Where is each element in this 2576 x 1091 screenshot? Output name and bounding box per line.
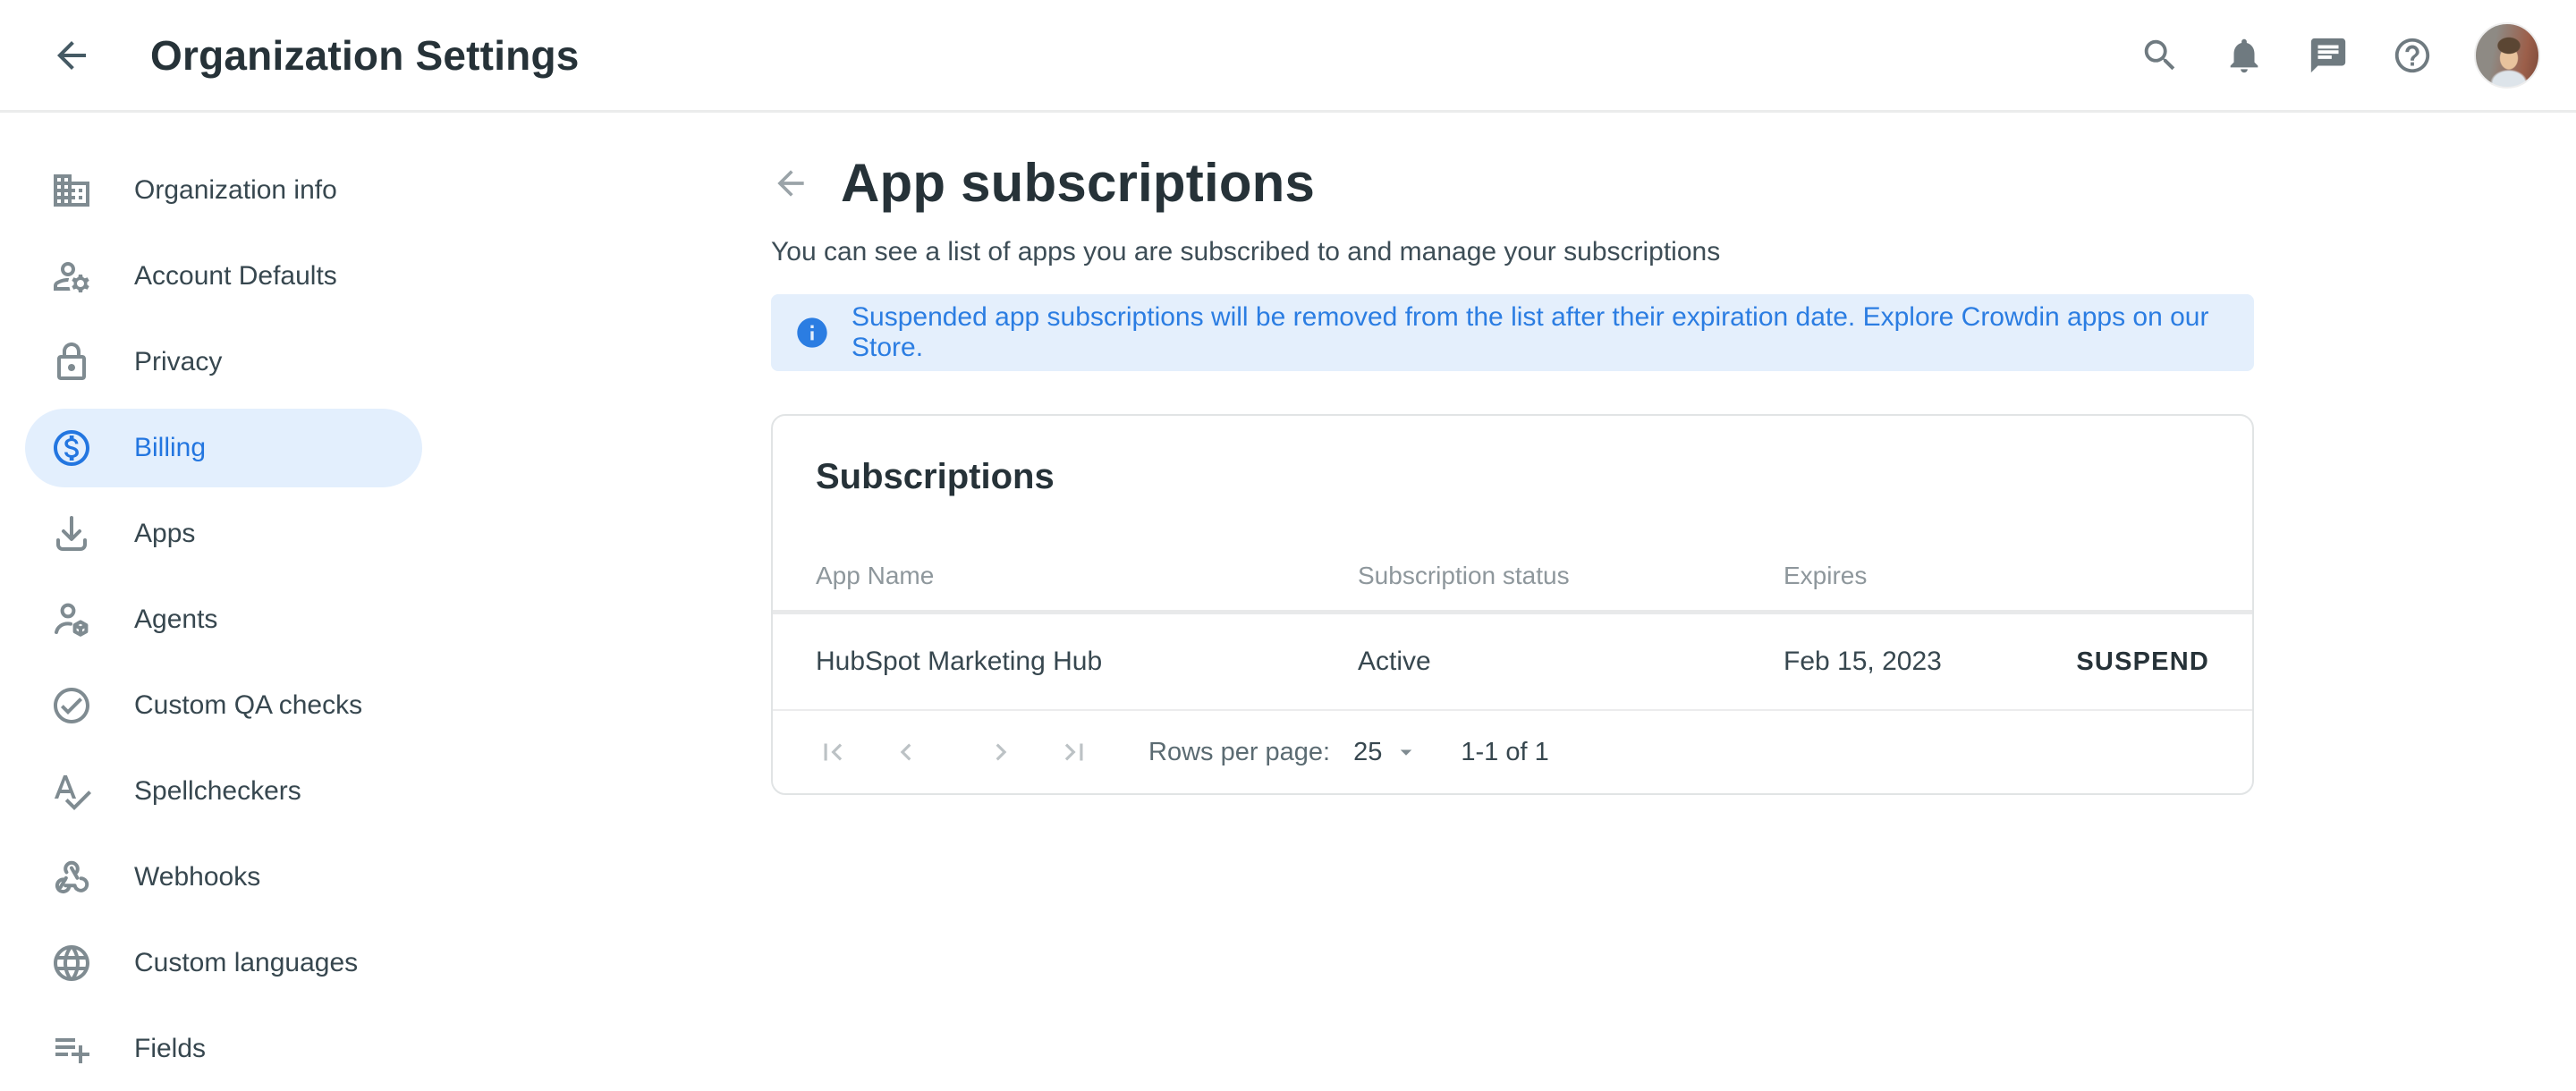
sidebar-item-label: Spellcheckers (134, 776, 301, 807)
sidebar-item-label: Fields (134, 1034, 206, 1064)
page-head: App subscriptions (771, 152, 2254, 214)
page-title: Organization Settings (150, 31, 580, 80)
rows-per-page-label: Rows per page: (1148, 738, 1330, 767)
user-avatar[interactable] (2474, 22, 2540, 89)
search-icon[interactable] (2140, 35, 2181, 76)
lock-icon (50, 341, 93, 384)
download-icon (50, 512, 93, 555)
info-icon (794, 315, 830, 351)
info-banner-text[interactable]: Suspended app subscriptions will be remo… (852, 302, 2227, 363)
table-header-row: App Name Subscription status Expires (816, 497, 2209, 610)
pagination-range-label: 1-1 of 1 (1461, 738, 1548, 767)
subscriptions-card: Subscriptions App Name Subscription stat… (771, 414, 2254, 795)
dollar-circle-icon (50, 427, 93, 469)
sidebar-item-label: Billing (134, 433, 206, 463)
globe-icon (50, 942, 93, 985)
notifications-bell-icon[interactable] (2224, 35, 2265, 76)
spellcheck-icon (50, 770, 93, 813)
sidebar-item-agents[interactable]: Agents (25, 580, 422, 659)
card-title: Subscriptions (816, 457, 2209, 497)
last-page-icon[interactable] (1057, 735, 1091, 769)
sidebar-item-apps[interactable]: Apps (25, 495, 422, 573)
app-window: Organization Settings Organization info (0, 0, 2576, 1091)
building-icon (50, 169, 93, 212)
check-circle-icon (50, 684, 93, 727)
webhook-icon (50, 856, 93, 899)
column-header-expires: Expires (1784, 562, 2061, 590)
sidebar-item-webhooks[interactable]: Webhooks (25, 838, 422, 917)
column-header-subscription-status: Subscription status (1358, 562, 1784, 590)
cell-expires: Feb 15, 2023 (1784, 647, 2061, 677)
sidebar-item-custom-languages[interactable]: Custom languages (25, 924, 422, 1002)
playlist-add-icon (50, 1028, 93, 1070)
table-row: HubSpot Marketing Hub Active Feb 15, 202… (816, 614, 2209, 709)
suspend-button[interactable]: SUSPEND (2061, 647, 2209, 677)
pagination-bar: Rows per page: 25 1-1 of 1 (816, 711, 2209, 793)
sidebar-item-label: Webhooks (134, 862, 260, 892)
sidebar-item-label: Account Defaults (134, 261, 337, 292)
sidebar-item-billing[interactable]: Billing (25, 409, 422, 487)
back-arrow-icon[interactable] (771, 164, 810, 203)
sidebar-item-fields[interactable]: Fields (25, 1010, 422, 1088)
sidebar-item-label: Custom QA checks (134, 690, 362, 721)
column-header-app-name: App Name (816, 562, 1358, 590)
person-cube-icon (50, 598, 93, 641)
messages-chat-icon[interactable] (2308, 35, 2349, 76)
section-subtitle: You can see a list of apps you are subsc… (771, 237, 2254, 267)
previous-page-icon[interactable] (889, 735, 923, 769)
topbar: Organization Settings (0, 0, 2576, 113)
sidebar-item-label: Custom languages (134, 948, 358, 978)
sidebar-item-organization-info[interactable]: Organization info (25, 151, 422, 230)
sidebar-item-label: Agents (134, 605, 217, 635)
sidebar-item-privacy[interactable]: Privacy (25, 323, 422, 402)
section-heading: App subscriptions (841, 152, 1315, 214)
sidebar-item-spellcheckers[interactable]: Spellcheckers (25, 752, 422, 831)
help-icon[interactable] (2392, 35, 2433, 76)
cell-app-name: HubSpot Marketing Hub (816, 647, 1358, 677)
info-banner: Suspended app subscriptions will be remo… (771, 294, 2254, 371)
back-arrow-icon[interactable] (50, 34, 93, 77)
rows-per-page-value: 25 (1353, 738, 1382, 767)
person-gear-icon (50, 255, 93, 298)
sidebar-item-custom-qa-checks[interactable]: Custom QA checks (25, 666, 422, 745)
sidebar-item-label: Privacy (134, 347, 222, 377)
sidebar-item-account-defaults[interactable]: Account Defaults (25, 237, 422, 316)
first-page-icon[interactable] (816, 735, 850, 769)
cell-subscription-status: Active (1358, 647, 1784, 677)
rows-per-page-select[interactable]: 25 (1353, 738, 1419, 767)
sidebar-item-label: Organization info (134, 175, 337, 206)
settings-sidebar: Organization info Account Defaults Priva… (0, 113, 716, 1091)
main-content: App subscriptions You can see a list of … (771, 113, 2254, 1091)
sidebar-item-label: Apps (134, 519, 195, 549)
next-page-icon[interactable] (984, 735, 1018, 769)
chevron-down-icon (1393, 739, 1419, 765)
